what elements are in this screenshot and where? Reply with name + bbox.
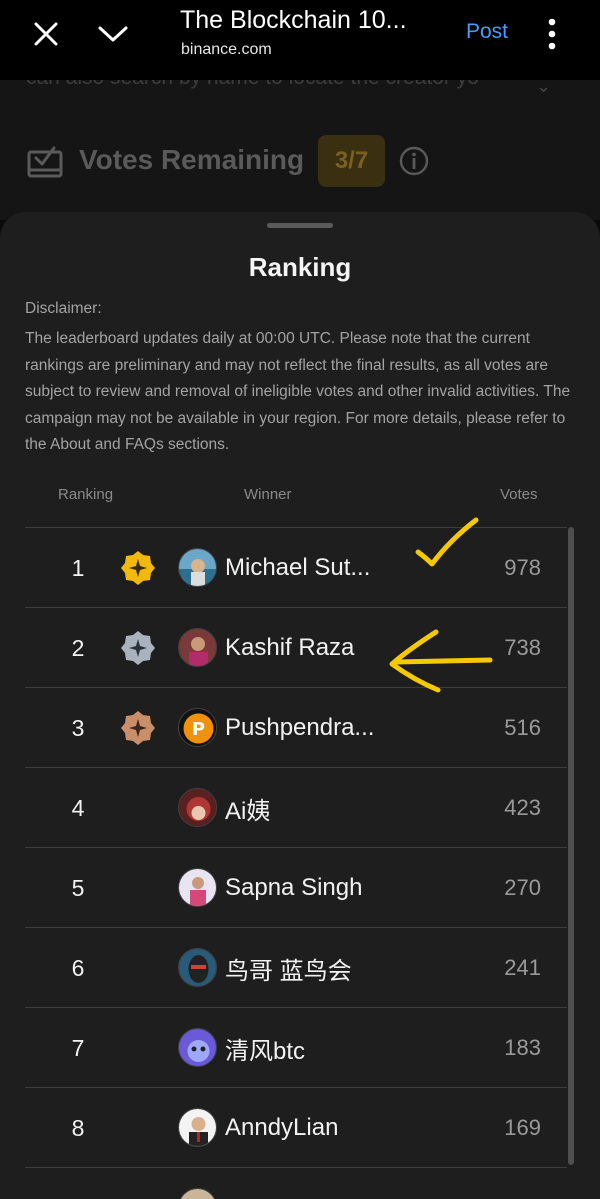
avatar[interactable] [178, 868, 217, 907]
winner-name[interactable]: Sapna Singh [225, 848, 405, 928]
close-icon [34, 22, 58, 46]
chevron-down-icon: ⌄ [536, 80, 552, 96]
close-button[interactable] [24, 12, 68, 56]
disclaimer-label: Disclaimer: [25, 300, 102, 317]
avatar-image [179, 949, 216, 986]
avatar-image [179, 549, 216, 586]
silver-medal-icon [121, 631, 155, 665]
table-row: 2 Kashif Raza 738 [25, 607, 567, 687]
winner-name[interactable]: 清风btc [225, 1008, 405, 1088]
vote-count: 738 [504, 635, 541, 660]
winner-name[interactable] [225, 1168, 405, 1199]
rank-number: 1 [71, 554, 85, 581]
avatar-image [179, 1029, 216, 1066]
page-title: The Blockchain 10... [180, 6, 407, 34]
chevron-down-icon [98, 26, 128, 42]
column-header-ranking: Ranking [58, 486, 114, 503]
gold-medal-icon [121, 551, 155, 585]
rank-number: 9 [63, 1168, 93, 1199]
search-hint-text: can also search by name to locate the cr… [26, 80, 479, 90]
vote-count: 516 [504, 715, 541, 740]
vote-count: 978 [504, 555, 541, 580]
vote-count: 423 [504, 795, 541, 820]
vote-count: 169 [504, 1115, 541, 1140]
avatar[interactable] [178, 948, 217, 987]
winner-name[interactable]: Pushpendra... [225, 688, 405, 768]
rank-number: 5 [71, 874, 85, 901]
post-button[interactable]: Post [466, 20, 508, 44]
avatar[interactable] [178, 628, 217, 667]
votes-remaining-title: Votes Remaining [79, 144, 305, 175]
avatar-image [179, 629, 216, 666]
table-row: 9 [25, 1167, 567, 1199]
more-vertical-icon [548, 18, 556, 50]
winner-name[interactable]: Michael Sut... [225, 528, 405, 608]
avatar[interactable]: P [178, 708, 217, 747]
table-row: 8 AnndyLian 169 [25, 1087, 567, 1167]
avatar-image: P [179, 709, 216, 746]
avatar[interactable] [178, 1188, 217, 1199]
avatar-image [179, 1109, 216, 1146]
votes-remaining-badge: 3/7 [318, 135, 385, 187]
rank-number: 4 [71, 794, 85, 821]
disclaimer-text: The leaderboard updates daily at 00:00 U… [25, 330, 571, 453]
rank-number: 6 [71, 954, 85, 981]
rank-number: 3 [71, 714, 85, 741]
ballot-box-icon [27, 146, 63, 178]
more-options-button[interactable] [530, 12, 574, 56]
ranking-sheet: Ranking Disclaimer: The leaderboard upda… [0, 212, 600, 1199]
table-scrollbar[interactable] [568, 527, 574, 1165]
info-icon[interactable] [399, 146, 429, 176]
table-row: 6 鸟哥 蓝鸟会 241 [25, 927, 567, 1007]
background-page: can also search by name to locate the cr… [0, 80, 600, 220]
avatar[interactable] [178, 548, 217, 587]
sheet-title: Ranking [248, 252, 352, 282]
page-domain: binance.com [181, 41, 272, 58]
vote-count: 183 [504, 1035, 541, 1060]
winner-name[interactable]: AnndyLian [225, 1088, 405, 1168]
vote-count: 241 [504, 955, 541, 980]
column-header-winner: Winner [244, 486, 292, 503]
avatar[interactable] [178, 1028, 217, 1067]
table-row: 4 Ai姨 423 [25, 767, 567, 847]
rank-number: 8 [71, 1114, 85, 1141]
sheet-drag-handle[interactable] [267, 223, 333, 228]
avatar-image [179, 869, 216, 906]
rank-number: 7 [71, 1034, 85, 1061]
minimize-button[interactable] [91, 12, 135, 56]
column-header-votes: Votes [500, 486, 538, 503]
table-row: 3 P Pushpendra... 516 [25, 687, 567, 767]
avatar[interactable] [178, 788, 217, 827]
table-row: 5 Sapna Singh 270 [25, 847, 567, 927]
winner-name[interactable]: Ai姨 [225, 768, 405, 848]
vote-count: 270 [504, 875, 541, 900]
leaderboard-table: 1 Michael Sut... 978 2 Kashif Raza 738 3… [25, 527, 567, 1199]
bronze-medal-icon [121, 711, 155, 745]
avatar-image [179, 789, 216, 826]
winner-name[interactable]: Kashif Raza [225, 608, 405, 688]
table-row: 7 清风btc 183 [25, 1007, 567, 1087]
avatar-image [179, 1189, 216, 1199]
avatar[interactable] [178, 1108, 217, 1147]
table-row: 1 Michael Sut... 978 [25, 527, 567, 607]
winner-name[interactable]: 鸟哥 蓝鸟会 [225, 928, 405, 1008]
rank-number: 2 [71, 634, 85, 661]
svg-text:P: P [192, 719, 205, 740]
browser-toolbar: The Blockchain 10... binance.com Post [0, 0, 600, 80]
